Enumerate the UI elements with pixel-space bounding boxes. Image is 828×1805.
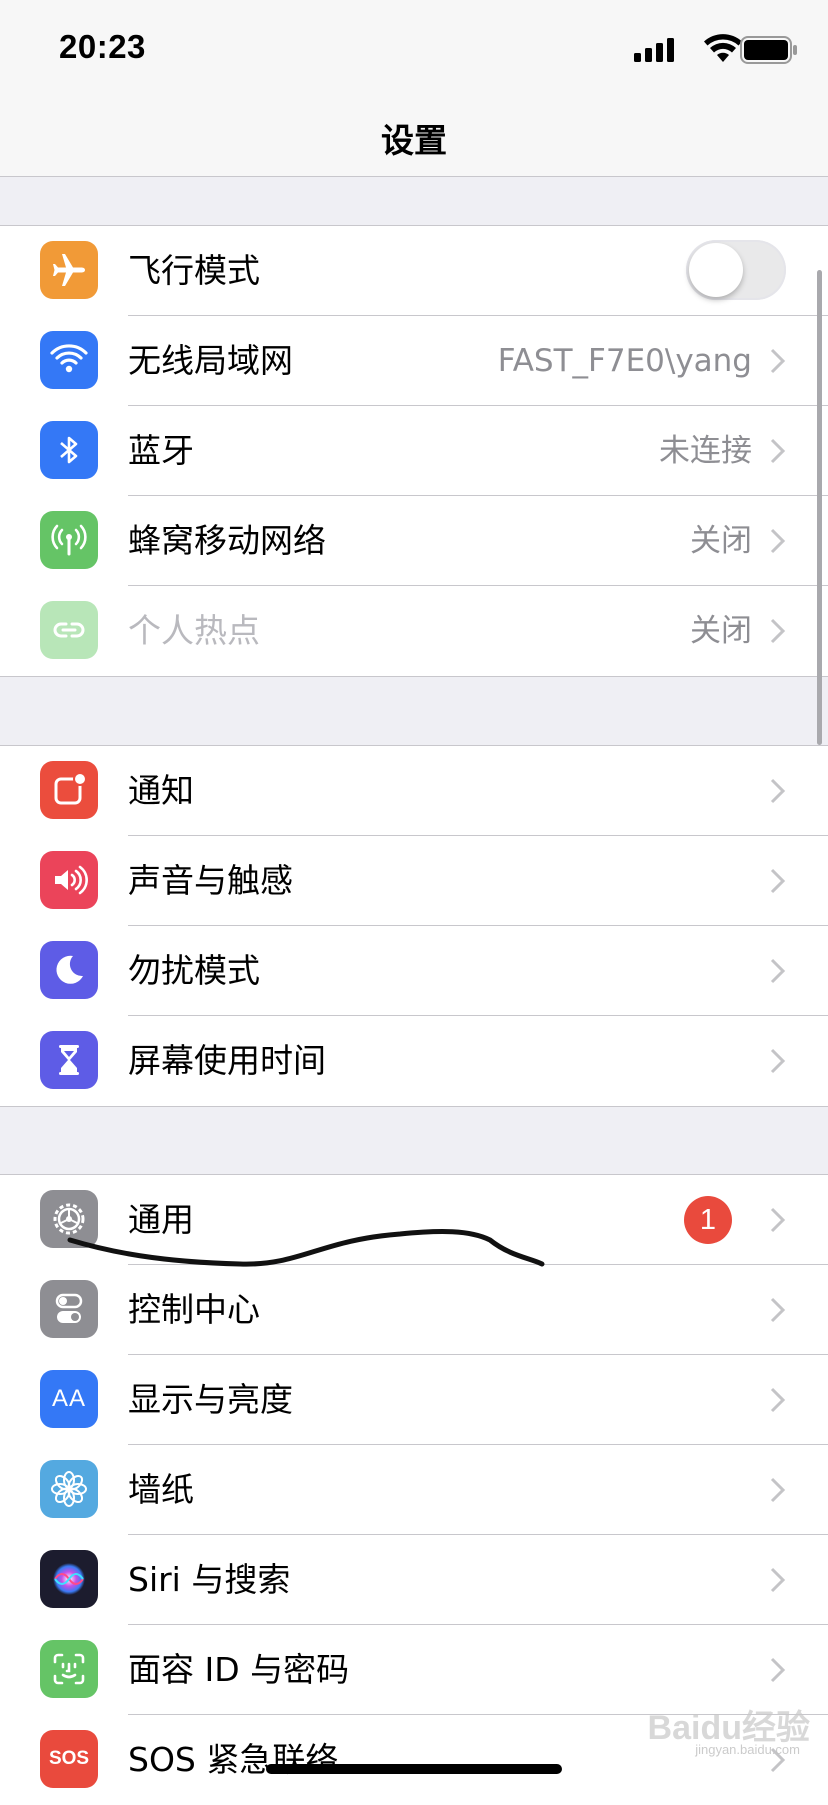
airplane-mode-toggle[interactable] xyxy=(686,240,786,300)
row-do-not-disturb[interactable]: 勿扰模式 xyxy=(0,926,828,1016)
chevron-right-icon xyxy=(770,958,786,984)
switches-icon xyxy=(40,1280,98,1338)
chevron-right-icon xyxy=(770,1387,786,1413)
wifi-network-value: FAST_F7E0\yang xyxy=(497,343,752,379)
watermark-url: jingyan.baidu.com xyxy=(695,1742,800,1757)
row-personal-hotspot[interactable]: 个人热点 关闭 xyxy=(0,586,828,676)
siri-icon xyxy=(40,1550,98,1608)
scroll-indicator[interactable] xyxy=(817,270,822,745)
text-size-glyph: AA xyxy=(51,1385,86,1412)
airplane-icon xyxy=(40,241,98,299)
row-airplane-mode[interactable]: 飞行模式 xyxy=(0,226,828,316)
chevron-right-icon xyxy=(770,868,786,894)
chevron-right-icon xyxy=(770,1048,786,1074)
gear-icon xyxy=(40,1190,98,1248)
chevron-right-icon xyxy=(770,438,786,464)
notifications-group: 通知 声音与触感 勿扰模式 屏幕使用时间 xyxy=(0,745,828,1107)
update-badge: 1 xyxy=(684,1196,732,1244)
row-label: 飞行模式 xyxy=(128,251,260,290)
row-bluetooth[interactable]: 蓝牙 未连接 xyxy=(0,406,828,496)
hotspot-value: 关闭 xyxy=(690,613,752,649)
row-label: 蓝牙 xyxy=(128,431,194,470)
sos-glyph: SOS xyxy=(48,1748,90,1769)
row-wifi[interactable]: 无线局域网 FAST_F7E0\yang xyxy=(0,316,828,406)
row-cellular[interactable]: 蜂窝移动网络 关闭 xyxy=(0,496,828,586)
chevron-right-icon xyxy=(770,1657,786,1683)
row-label: 无线局域网 xyxy=(128,341,293,380)
chevron-right-icon xyxy=(770,778,786,804)
hourglass-icon xyxy=(40,1031,98,1089)
row-siri-search[interactable]: Siri 与搜索 xyxy=(0,1535,828,1625)
wifi-icon xyxy=(40,331,98,389)
text-size-icon: AA xyxy=(40,1370,98,1428)
navigation-bar: 设置 xyxy=(0,96,828,177)
row-notifications[interactable]: 通知 xyxy=(0,746,828,836)
row-label: 声音与触感 xyxy=(128,861,293,900)
row-label: 个人热点 xyxy=(128,611,260,650)
sos-icon: SOS xyxy=(40,1730,98,1788)
flower-icon xyxy=(40,1460,98,1518)
chevron-right-icon xyxy=(770,1477,786,1503)
row-label: 蜂窝移动网络 xyxy=(128,521,326,560)
row-display-brightness[interactable]: AA 显示与亮度 xyxy=(0,1355,828,1445)
row-label: 屏幕使用时间 xyxy=(128,1041,326,1080)
home-indicator[interactable] xyxy=(266,1764,562,1774)
connectivity-group: 飞行模式 无线局域网 FAST_F7E0\yang 蓝牙 未连接 蜂窝移动网络 … xyxy=(0,225,828,677)
row-label: 勿扰模式 xyxy=(128,951,260,990)
antenna-icon xyxy=(40,511,98,569)
row-label: 通知 xyxy=(128,771,194,810)
chevron-right-icon xyxy=(770,1297,786,1323)
wifi-status-icon xyxy=(704,34,742,62)
battery-icon xyxy=(740,36,797,64)
row-sounds[interactable]: 声音与触感 xyxy=(0,836,828,926)
row-screen-time[interactable]: 屏幕使用时间 xyxy=(0,1016,828,1106)
row-label: 控制中心 xyxy=(128,1290,260,1329)
chevron-right-icon xyxy=(770,528,786,554)
status-bar: 20:23 xyxy=(0,0,828,96)
chevron-right-icon xyxy=(770,618,786,644)
speaker-icon xyxy=(40,851,98,909)
row-label: 墙纸 xyxy=(128,1470,194,1509)
bluetooth-icon xyxy=(40,421,98,479)
status-time: 20:23 xyxy=(59,28,146,65)
row-label: 面容 ID 与密码 xyxy=(128,1650,350,1689)
notifications-icon xyxy=(40,761,98,819)
row-control-center[interactable]: 控制中心 xyxy=(0,1265,828,1355)
cellular-value: 关闭 xyxy=(690,523,752,559)
moon-icon xyxy=(40,941,98,999)
page-title: 设置 xyxy=(381,121,447,160)
face-id-icon xyxy=(40,1640,98,1698)
row-label: Siri 与搜索 xyxy=(128,1560,291,1599)
bluetooth-value: 未连接 xyxy=(659,433,752,469)
row-general[interactable]: 通用 1 xyxy=(0,1175,828,1265)
row-wallpaper[interactable]: 墙纸 xyxy=(0,1445,828,1535)
hotspot-icon xyxy=(40,601,98,659)
cellular-signal-icon xyxy=(634,38,674,62)
toggle-knob xyxy=(689,243,743,297)
chevron-right-icon xyxy=(770,348,786,374)
row-label: 通用 xyxy=(128,1200,194,1239)
chevron-right-icon xyxy=(770,1567,786,1593)
chevron-right-icon xyxy=(770,1207,786,1233)
row-label: 显示与亮度 xyxy=(128,1380,293,1419)
